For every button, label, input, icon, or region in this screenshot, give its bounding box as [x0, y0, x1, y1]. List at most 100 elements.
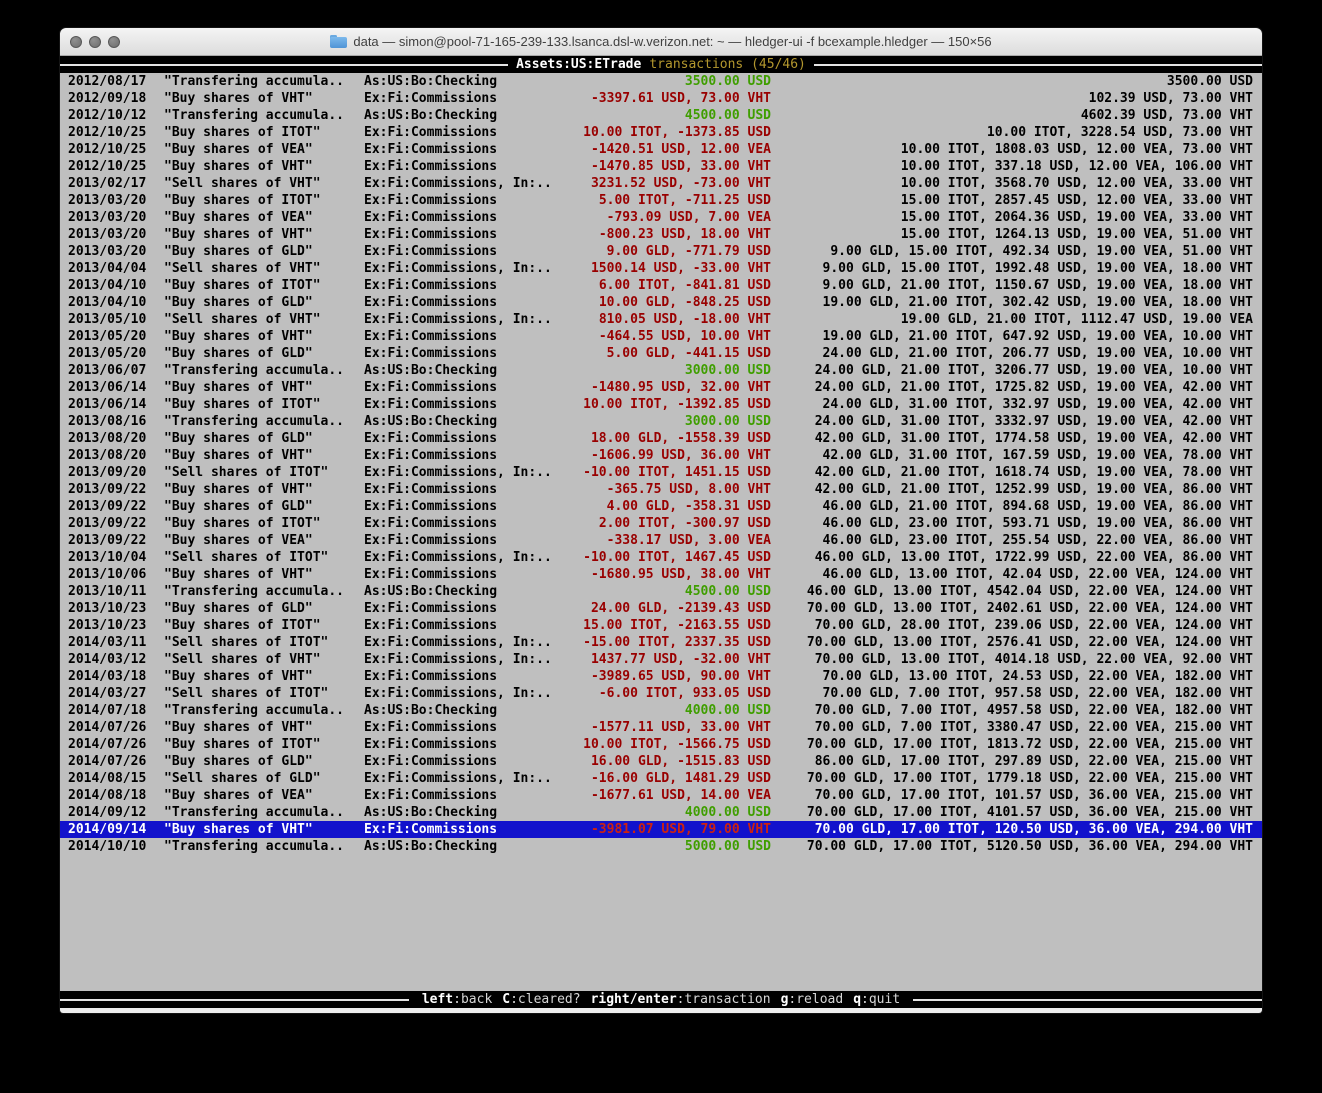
transaction-row[interactable]: 2013/04/04 "Sell shares of VHT" Ex:Fi:Co…	[60, 260, 1262, 277]
transaction-row[interactable]: 2013/09/22 "Buy shares of ITOT" Ex:Fi:Co…	[60, 515, 1262, 532]
transaction-amount: -1480.95 USD, 32.00 VHT	[556, 379, 771, 396]
minimize-button[interactable]	[89, 36, 101, 48]
transaction-running-balance: 70.00 GLD, 7.00 ITOT, 3380.47 USD, 22.00…	[771, 719, 1253, 736]
transaction-row[interactable]: 2014/08/18 "Buy shares of VEA" Ex:Fi:Com…	[60, 787, 1262, 804]
transaction-running-balance: 10.00 ITOT, 337.18 USD, 12.00 VEA, 106.0…	[771, 158, 1253, 175]
transaction-row[interactable]: 2013/03/20 "Buy shares of VHT" Ex:Fi:Com…	[60, 226, 1262, 243]
transaction-other-accounts: Ex:Fi:Commissions, In:..	[364, 651, 556, 668]
transaction-amount: -1470.85 USD, 33.00 VHT	[556, 158, 771, 175]
transaction-row[interactable]: 2014/08/15 "Sell shares of GLD" Ex:Fi:Co…	[60, 770, 1262, 787]
transaction-row[interactable]: 2013/09/22 "Buy shares of GLD" Ex:Fi:Com…	[60, 498, 1262, 515]
transaction-other-accounts: Ex:Fi:Commissions, In:..	[364, 685, 556, 702]
transaction-description: "Buy shares of VHT"	[164, 719, 364, 736]
transaction-row[interactable]: 2014/07/26 "Buy shares of GLD" Ex:Fi:Com…	[60, 753, 1262, 770]
transaction-amount: 10.00 GLD, -848.25 USD	[556, 294, 771, 311]
transaction-description: "Sell shares of GLD"	[164, 770, 364, 787]
transaction-row[interactable]: 2013/09/20 "Sell shares of ITOT" Ex:Fi:C…	[60, 464, 1262, 481]
transaction-date: 2013/04/10	[68, 294, 164, 311]
transaction-date: 2013/10/23	[68, 617, 164, 634]
transaction-row[interactable]: 2014/10/10 "Transfering accumula.. As:US…	[60, 838, 1262, 855]
transaction-date: 2013/03/20	[68, 209, 164, 226]
transaction-row[interactable]: 2013/05/20 "Buy shares of GLD" Ex:Fi:Com…	[60, 345, 1262, 362]
transaction-row[interactable]: 2014/03/11 "Sell shares of ITOT" Ex:Fi:C…	[60, 634, 1262, 651]
key-hint: g:reload	[781, 992, 844, 1007]
transaction-row[interactable]: 2013/10/23 "Buy shares of GLD" Ex:Fi:Com…	[60, 600, 1262, 617]
horizontal-rule	[814, 64, 1262, 66]
transaction-row[interactable]: 2014/03/12 "Sell shares of VHT" Ex:Fi:Co…	[60, 651, 1262, 668]
transaction-other-accounts: Ex:Fi:Commissions	[364, 226, 556, 243]
transaction-row[interactable]: 2013/03/20 "Buy shares of VEA" Ex:Fi:Com…	[60, 209, 1262, 226]
transaction-row[interactable]: 2013/10/11 "Transfering accumula.. As:US…	[60, 583, 1262, 600]
transaction-description: "Transfering accumula..	[164, 804, 364, 821]
transaction-running-balance: 24.00 GLD, 31.00 ITOT, 332.97 USD, 19.00…	[771, 396, 1253, 413]
transaction-description: "Sell shares of VHT"	[164, 311, 364, 328]
transaction-row[interactable]: 2013/04/10 "Buy shares of ITOT" Ex:Fi:Co…	[60, 277, 1262, 294]
transaction-other-accounts: Ex:Fi:Commissions	[364, 192, 556, 209]
transaction-amount: 6.00 ITOT, -841.81 USD	[556, 277, 771, 294]
key-hint: q:quit	[853, 992, 900, 1007]
transaction-running-balance: 15.00 ITOT, 1264.13 USD, 19.00 VEA, 51.0…	[771, 226, 1253, 243]
transaction-amount: -3989.65 USD, 90.00 VHT	[556, 668, 771, 685]
transaction-row[interactable]: 2013/10/04 "Sell shares of ITOT" Ex:Fi:C…	[60, 549, 1262, 566]
transaction-amount: 4500.00 USD	[556, 107, 771, 124]
transaction-row[interactable]: 2013/08/20 "Buy shares of GLD" Ex:Fi:Com…	[60, 430, 1262, 447]
transaction-running-balance: 24.00 GLD, 31.00 ITOT, 3332.97 USD, 19.0…	[771, 413, 1253, 430]
transaction-row[interactable]: 2013/05/10 "Sell shares of VHT" Ex:Fi:Co…	[60, 311, 1262, 328]
transaction-row[interactable]: 2014/03/27 "Sell shares of ITOT" Ex:Fi:C…	[60, 685, 1262, 702]
transaction-row[interactable]: 2013/02/17 "Sell shares of VHT" Ex:Fi:Co…	[60, 175, 1262, 192]
transaction-row[interactable]: 2013/08/20 "Buy shares of VHT" Ex:Fi:Com…	[60, 447, 1262, 464]
transaction-description: "Transfering accumula..	[164, 583, 364, 600]
transaction-row[interactable]: 2013/06/14 "Buy shares of VHT" Ex:Fi:Com…	[60, 379, 1262, 396]
transaction-row[interactable]: 2013/03/20 "Buy shares of ITOT" Ex:Fi:Co…	[60, 192, 1262, 209]
transaction-row[interactable]: 2013/09/22 "Buy shares of VEA" Ex:Fi:Com…	[60, 532, 1262, 549]
transaction-other-accounts: Ex:Fi:Commissions	[364, 532, 556, 549]
transaction-description: "Sell shares of VHT"	[164, 651, 364, 668]
transaction-running-balance: 70.00 GLD, 7.00 ITOT, 957.58 USD, 22.00 …	[771, 685, 1253, 702]
transaction-date: 2012/10/25	[68, 124, 164, 141]
transaction-amount: 4000.00 USD	[556, 804, 771, 821]
transaction-amount: 4.00 GLD, -358.31 USD	[556, 498, 771, 515]
transaction-row[interactable]: 2013/08/16 "Transfering accumula.. As:US…	[60, 413, 1262, 430]
transaction-other-accounts: Ex:Fi:Commissions	[364, 243, 556, 260]
transaction-row[interactable]: 2014/07/26 "Buy shares of ITOT" Ex:Fi:Co…	[60, 736, 1262, 753]
transaction-running-balance: 70.00 GLD, 13.00 ITOT, 4014.18 USD, 22.0…	[771, 651, 1253, 668]
transaction-description: "Buy shares of VHT"	[164, 226, 364, 243]
transaction-row[interactable]: 2013/10/23 "Buy shares of ITOT" Ex:Fi:Co…	[60, 617, 1262, 634]
transaction-row[interactable]: 2013/03/20 "Buy shares of GLD" Ex:Fi:Com…	[60, 243, 1262, 260]
transaction-row[interactable]: 2014/03/18 "Buy shares of VHT" Ex:Fi:Com…	[60, 668, 1262, 685]
transaction-description: "Sell shares of ITOT"	[164, 549, 364, 566]
transaction-description: "Sell shares of VHT"	[164, 175, 364, 192]
transaction-row[interactable]: 2013/09/22 "Buy shares of VHT" Ex:Fi:Com…	[60, 481, 1262, 498]
transaction-row[interactable]: 2013/10/06 "Buy shares of VHT" Ex:Fi:Com…	[60, 566, 1262, 583]
transaction-row[interactable]: 2014/07/26 "Buy shares of VHT" Ex:Fi:Com…	[60, 719, 1262, 736]
transaction-amount: -1606.99 USD, 36.00 VHT	[556, 447, 771, 464]
zoom-button[interactable]	[108, 36, 120, 48]
transaction-description: "Buy shares of ITOT"	[164, 124, 364, 141]
transaction-row[interactable]: 2012/10/12 "Transfering accumula.. As:US…	[60, 107, 1262, 124]
transaction-row[interactable]: 2014/07/18 "Transfering accumula.. As:US…	[60, 702, 1262, 719]
transaction-row[interactable]: 2012/08/17 "Transfering accumula.. As:US…	[60, 73, 1262, 90]
transaction-amount: -15.00 ITOT, 2337.35 USD	[556, 634, 771, 651]
transaction-date: 2013/09/22	[68, 532, 164, 549]
transaction-date: 2013/09/22	[68, 481, 164, 498]
transaction-row[interactable]: 2013/06/07 "Transfering accumula.. As:US…	[60, 362, 1262, 379]
transaction-row[interactable]: 2014/09/12 "Transfering accumula.. As:US…	[60, 804, 1262, 821]
transaction-date: 2014/10/10	[68, 838, 164, 855]
transaction-amount: -1420.51 USD, 12.00 VEA	[556, 141, 771, 158]
transaction-date: 2013/03/20	[68, 243, 164, 260]
transaction-date: 2014/03/18	[68, 668, 164, 685]
transaction-row[interactable]: 2013/05/20 "Buy shares of VHT" Ex:Fi:Com…	[60, 328, 1262, 345]
transaction-description: "Buy shares of VHT"	[164, 566, 364, 583]
transaction-row[interactable]: 2012/10/25 "Buy shares of VHT" Ex:Fi:Com…	[60, 158, 1262, 175]
transaction-row[interactable]: 2014/09/14 "Buy shares of VHT" Ex:Fi:Com…	[60, 821, 1262, 838]
close-button[interactable]	[70, 36, 82, 48]
transaction-row[interactable]: 2012/09/18 "Buy shares of VHT" Ex:Fi:Com…	[60, 90, 1262, 107]
transaction-date: 2013/03/20	[68, 192, 164, 209]
transaction-row[interactable]: 2013/06/14 "Buy shares of ITOT" Ex:Fi:Co…	[60, 396, 1262, 413]
transaction-row[interactable]: 2013/04/10 "Buy shares of GLD" Ex:Fi:Com…	[60, 294, 1262, 311]
transaction-row[interactable]: 2012/10/25 "Buy shares of ITOT" Ex:Fi:Co…	[60, 124, 1262, 141]
transaction-amount: 10.00 ITOT, -1392.85 USD	[556, 396, 771, 413]
transaction-row[interactable]: 2012/10/25 "Buy shares of VEA" Ex:Fi:Com…	[60, 141, 1262, 158]
transaction-date: 2013/10/23	[68, 600, 164, 617]
transaction-amount: 2.00 ITOT, -300.97 USD	[556, 515, 771, 532]
